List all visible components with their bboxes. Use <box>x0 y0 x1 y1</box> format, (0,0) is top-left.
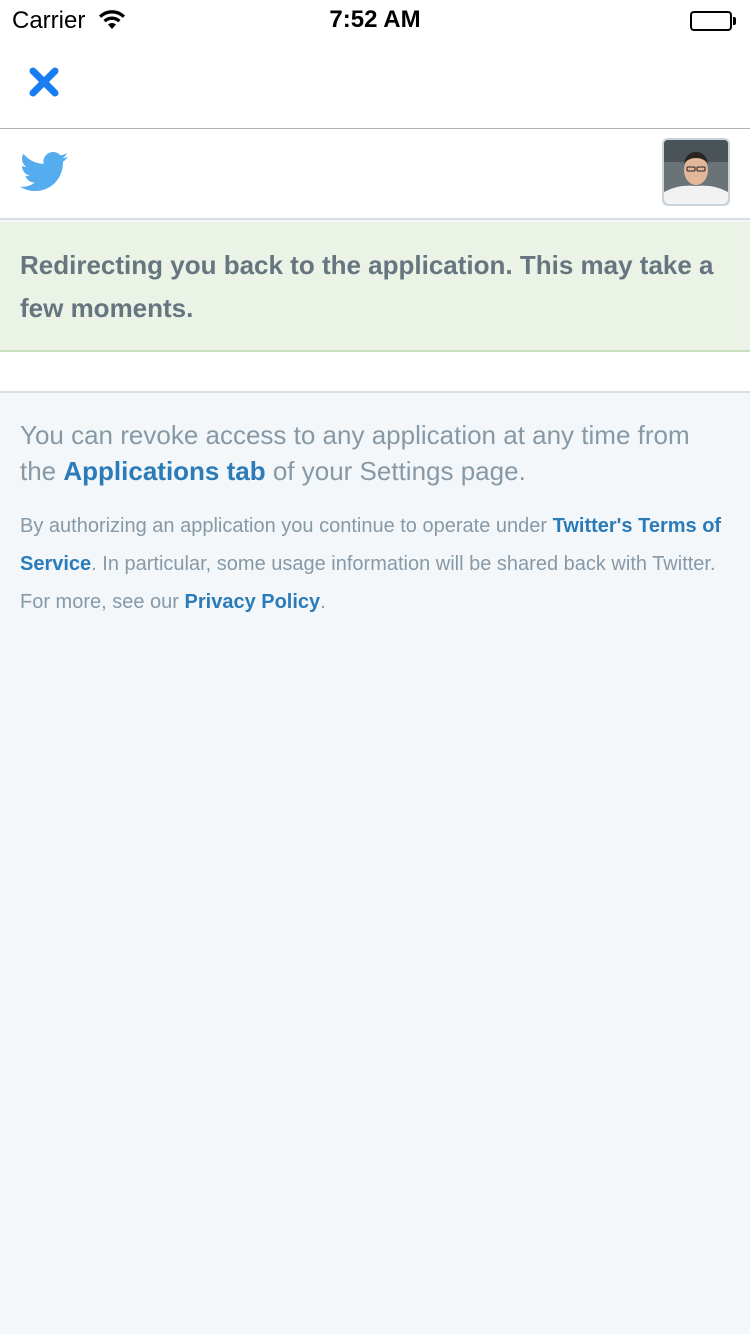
legal-prefix: By authorizing an application you contin… <box>20 515 553 537</box>
legal-text: By authorizing an application you contin… <box>20 507 730 621</box>
info-section: You can revoke access to any application… <box>0 395 750 621</box>
user-avatar[interactable] <box>662 138 730 206</box>
avatar-photo <box>664 140 728 204</box>
applications-tab-link[interactable]: Applications tab <box>63 456 265 486</box>
close-icon <box>29 67 59 97</box>
legal-suffix: . <box>320 591 326 613</box>
revoke-suffix: of your Settings page. <box>265 456 526 486</box>
legal-middle: . In particular, some usage information … <box>20 553 716 613</box>
twitter-bird-icon <box>20 152 68 191</box>
status-bar: Carrier 7:52 AM <box>0 0 750 40</box>
twitter-header <box>0 129 750 220</box>
redirect-message-text: Redirecting you back to the application.… <box>20 250 714 323</box>
spacer-strip <box>0 352 750 393</box>
privacy-policy-link[interactable]: Privacy Policy <box>185 591 321 613</box>
navigation-bar <box>0 40 750 128</box>
revoke-access-text: You can revoke access to any application… <box>20 417 730 489</box>
redirect-message: Redirecting you back to the application.… <box>0 222 750 352</box>
close-button[interactable] <box>22 60 66 104</box>
clock-time: 7:52 AM <box>329 6 421 33</box>
battery-full-icon <box>690 11 736 31</box>
